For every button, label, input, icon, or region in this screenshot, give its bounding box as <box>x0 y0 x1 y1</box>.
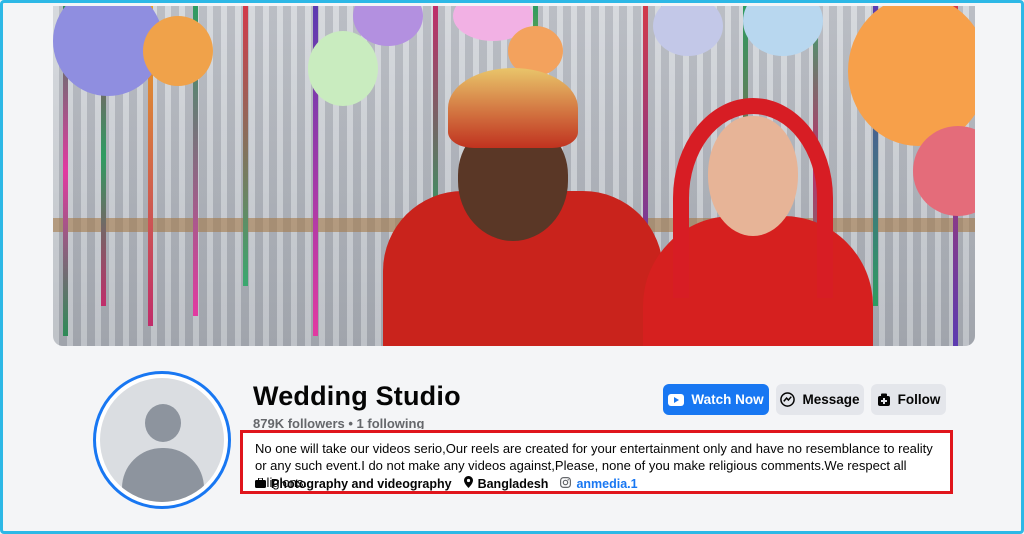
follow-button[interactable]: Follow <box>871 384 946 415</box>
category-detail: Photography and videography <box>255 477 452 491</box>
cover-photo[interactable] <box>53 6 975 346</box>
message-label: Message <box>802 392 860 407</box>
follower-stats[interactable]: 879K followers • 1 following <box>253 416 424 429</box>
page-title: Wedding Studio <box>253 381 461 411</box>
bride-veil <box>673 98 833 298</box>
location-detail: Bangladesh <box>463 476 549 491</box>
briefcase-icon <box>255 477 266 491</box>
watch-now-button[interactable]: Watch Now <box>663 384 769 415</box>
balloon <box>848 6 975 146</box>
follow-label: Follow <box>897 392 941 407</box>
default-avatar-icon <box>100 378 224 502</box>
watch-now-label: Watch Now <box>691 392 764 407</box>
messenger-icon <box>780 392 796 407</box>
category-label: Photography and videography <box>271 476 452 491</box>
page-details: Photography and videography Bangladesh a… <box>255 476 638 491</box>
instagram-detail[interactable]: anmedia.1 <box>560 476 638 491</box>
bio-highlight-box: No one will take our videos serio,Our re… <box>240 430 953 494</box>
groom-turban <box>448 68 578 148</box>
location-pin-icon <box>463 476 473 491</box>
video-play-icon <box>668 393 685 406</box>
profile-avatar[interactable] <box>93 371 231 509</box>
screenshot-frame: Wedding Studio 879K followers • 1 follow… <box>0 0 1024 534</box>
balloon <box>143 16 213 86</box>
instagram-link[interactable]: anmedia.1 <box>576 477 637 491</box>
follow-icon <box>877 393 891 407</box>
balloon <box>653 6 723 56</box>
location-label: Bangladesh <box>477 476 549 491</box>
message-button[interactable]: Message <box>776 384 864 415</box>
avatar-head-shape <box>145 404 181 442</box>
avatar-shoulders-shape <box>122 448 204 502</box>
tinsel-decoration <box>243 6 248 286</box>
instagram-icon <box>560 476 572 491</box>
balloon <box>308 31 378 106</box>
balloon <box>743 6 823 56</box>
